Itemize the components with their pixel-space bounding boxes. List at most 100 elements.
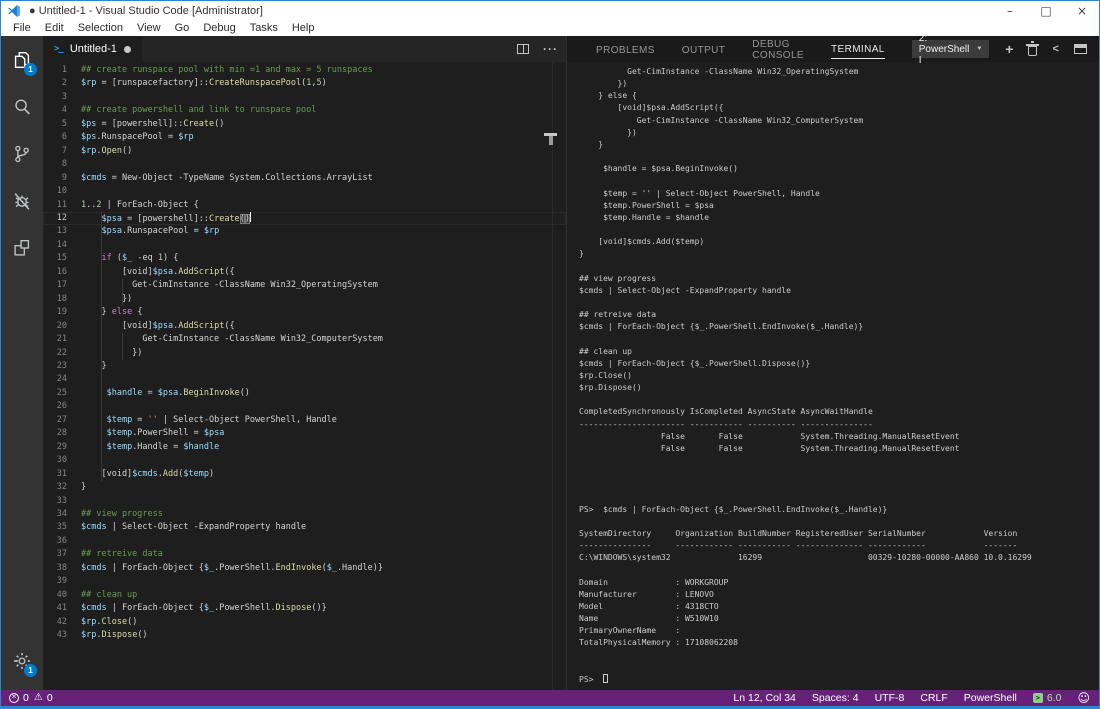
code-line[interactable]: 31 [void]$cmds.Add($temp) <box>43 468 566 481</box>
problems-errors[interactable]: 0 <box>9 692 29 704</box>
problems-warnings[interactable]: ⚠ 0 <box>34 692 53 704</box>
code-line[interactable]: 3 <box>43 91 566 104</box>
code-line[interactable]: 4## create powershell and link to runspa… <box>43 104 566 117</box>
code-line[interactable]: 30 <box>43 454 566 467</box>
code-line[interactable]: 9$cmds = New-Object -TypeName System.Col… <box>43 172 566 185</box>
menu-go[interactable]: Go <box>168 21 197 36</box>
code-editor[interactable]: 1## create runspace pool with min =1 and… <box>43 62 566 690</box>
terminal-prompt-line[interactable]: PS> <box>579 674 1100 686</box>
panel-tab-output[interactable]: OUTPUT <box>682 40 726 59</box>
code-line[interactable]: 32} <box>43 481 566 494</box>
terminal-selector-dropdown[interactable]: 2: PowerShell I ▼ <box>912 40 990 58</box>
code-line[interactable]: 26 <box>43 400 566 413</box>
code-line[interactable]: 20 [void]$psa.AddScript({ <box>43 320 566 333</box>
close-button[interactable]: × <box>1064 0 1100 21</box>
modified-indicator-icon[interactable] <box>124 46 131 53</box>
menu-file[interactable]: File <box>6 21 38 36</box>
code-line[interactable]: 2$rp = [runspacefactory]::CreateRunspace… <box>43 77 566 90</box>
menu-view[interactable]: View <box>130 21 168 36</box>
status-language[interactable]: PowerShell <box>964 692 1017 704</box>
code-line[interactable]: 23 } <box>43 360 566 373</box>
menu-selection[interactable]: Selection <box>71 21 130 36</box>
terminal[interactable]: Get-CimInstance -ClassName Win32_Operati… <box>567 62 1100 690</box>
panel-tab-debug-console[interactable]: DEBUG CONSOLE <box>752 34 804 64</box>
terminal-line: $temp = '' | Select-Object PowerShell, H… <box>579 188 1100 200</box>
status-powershell-session[interactable]: > 6.0 <box>1033 692 1062 704</box>
line-number: 24 <box>43 373 67 386</box>
title-bar[interactable]: ● Untitled-1 - Visual Studio Code [Admin… <box>0 0 1100 21</box>
code-line[interactable]: 6$ps.RunspacePool = $rp <box>43 131 566 144</box>
maximize-panel-icon[interactable] <box>1074 44 1087 54</box>
activitybar-settings[interactable]: 1 <box>0 637 43 684</box>
panel-tab-terminal[interactable]: TERMINAL <box>831 39 885 59</box>
code-line[interactable]: 8 <box>43 158 566 171</box>
terminal-line: } else { <box>579 90 1100 102</box>
terminal-line: PS> $cmds | ForEach-Object {$_.PowerShel… <box>579 504 1100 516</box>
menu-edit[interactable]: Edit <box>38 21 71 36</box>
code-line[interactable]: 39 <box>43 575 566 588</box>
code-line[interactable]: 41$cmds | ForEach-Object {$_.PowerShell.… <box>43 602 566 615</box>
code-line[interactable]: 27 $temp = '' | Select-Object PowerShell… <box>43 414 566 427</box>
line-number: 25 <box>43 387 67 400</box>
code-line[interactable]: 1## create runspace pool with min =1 and… <box>43 64 566 77</box>
terminal-line: $temp.Handle = $handle <box>579 212 1100 224</box>
code-line[interactable]: 10 <box>43 185 566 198</box>
terminal-line: SystemDirectory Organization BuildNumber… <box>579 528 1100 540</box>
code-line[interactable]: 12 $psa = [powershell]::Create() <box>43 212 566 225</box>
menu-help[interactable]: Help <box>285 21 322 36</box>
code-line[interactable]: 34## view progress <box>43 508 566 521</box>
code-line[interactable]: 14 <box>43 239 566 252</box>
split-editor-icon[interactable] <box>517 44 529 54</box>
code-line[interactable]: 16 [void]$psa.AddScript({ <box>43 266 566 279</box>
line-number: 26 <box>43 400 67 413</box>
code-line[interactable]: 35$cmds | Select-Object -ExpandProperty … <box>43 521 566 534</box>
menu-tasks[interactable]: Tasks <box>243 21 285 36</box>
activitybar-search[interactable] <box>0 83 43 130</box>
code-line[interactable]: 5$ps = [powershell]::Create() <box>43 118 566 131</box>
code-line[interactable]: 40## clean up <box>43 589 566 602</box>
line-number: 31 <box>43 468 67 481</box>
code-line[interactable]: 38$cmds | ForEach-Object {$_.PowerShell.… <box>43 562 566 575</box>
code-line[interactable]: 29 $temp.Handle = $handle <box>43 441 566 454</box>
code-line[interactable]: 111..2 | ForEach-Object { <box>43 199 566 212</box>
code-line[interactable]: 13 $psa.RunspacePool = $rp <box>43 225 566 238</box>
minimize-button[interactable]: – <box>992 0 1028 21</box>
code-line[interactable]: 19 } else { <box>43 306 566 319</box>
status-encoding[interactable]: UTF-8 <box>875 692 905 704</box>
tab-untitled-1[interactable]: >_ Untitled-1 <box>43 36 142 62</box>
code-text: $cmds | ForEach-Object {$_.PowerShell.En… <box>81 562 383 575</box>
status-line-col[interactable]: Ln 12, Col 34 <box>733 692 795 704</box>
activitybar-source-control[interactable] <box>0 130 43 177</box>
navigate-back-icon[interactable]: < <box>1052 43 1058 55</box>
code-line[interactable]: 42$rp.Close() <box>43 616 566 629</box>
code-line[interactable]: 24 <box>43 373 566 386</box>
code-line[interactable]: 7$rp.Open() <box>43 145 566 158</box>
panel-tab-problems[interactable]: PROBLEMS <box>596 40 655 59</box>
maximize-button[interactable]: □ <box>1028 0 1064 21</box>
new-terminal-icon[interactable]: + <box>1005 41 1013 57</box>
code-line[interactable]: 28 $temp.PowerShell = $psa <box>43 427 566 440</box>
menu-debug[interactable]: Debug <box>196 21 242 36</box>
status-eol[interactable]: CRLF <box>920 692 947 704</box>
kill-terminal-icon[interactable] <box>1028 46 1037 56</box>
activitybar-debug[interactable] <box>0 177 43 224</box>
code-line[interactable]: 15 if ($_ -eq 1) { <box>43 252 566 265</box>
feedback-smiley-icon[interactable]: ☺ <box>1077 691 1090 705</box>
code-text: ## create powershell and link to runspac… <box>81 104 316 117</box>
code-line[interactable]: 43$rp.Dispose() <box>43 629 566 642</box>
code-line[interactable]: 37## retreive data <box>43 548 566 561</box>
terminal-line <box>579 224 1100 236</box>
activitybar-extensions[interactable] <box>0 224 43 271</box>
more-actions-icon[interactable]: ··· <box>543 42 558 56</box>
activitybar-explorer[interactable]: 1 <box>0 36 43 83</box>
editor-scrollbar-gutter[interactable] <box>552 62 553 690</box>
powershell-session-icon: > <box>1033 693 1043 703</box>
line-number: 10 <box>43 185 67 198</box>
error-count: 0 <box>23 692 29 704</box>
code-line[interactable]: 25 $handle = $psa.BeginInvoke() <box>43 387 566 400</box>
code-line[interactable]: 36 <box>43 535 566 548</box>
line-number: 21 <box>43 333 67 346</box>
status-indentation[interactable]: Spaces: 4 <box>812 692 859 704</box>
terminal-line: $handle = $psa.BeginInvoke() <box>579 163 1100 175</box>
code-line[interactable]: 33 <box>43 495 566 508</box>
